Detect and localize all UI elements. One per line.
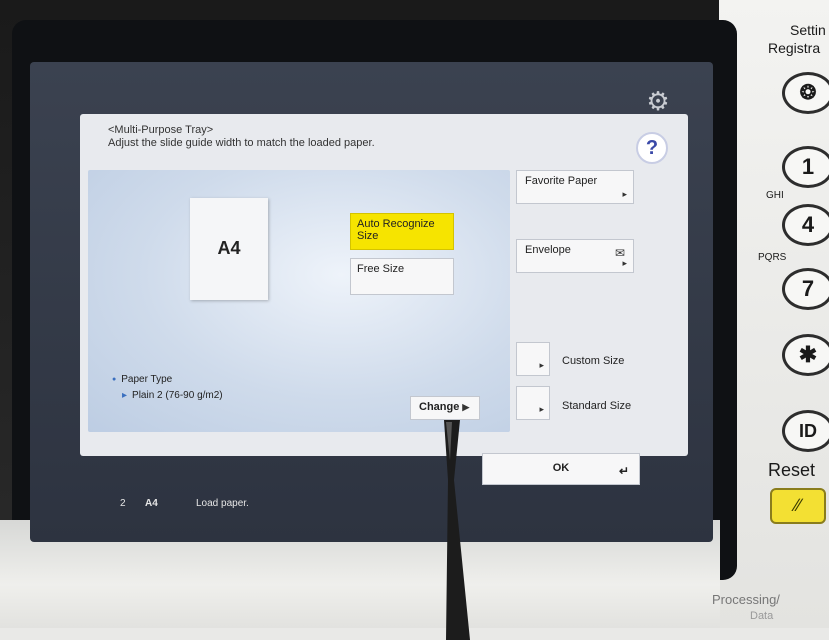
help-icon[interactable]: ? bbox=[636, 132, 668, 164]
registration-label: Registra bbox=[768, 40, 821, 56]
key-star[interactable]: ✱ bbox=[782, 334, 829, 376]
status-paper-size: A4 bbox=[145, 498, 158, 509]
standard-size-button[interactable]: ▸ bbox=[516, 386, 550, 420]
paper-preview: A4 bbox=[190, 198, 268, 300]
label-pqrs: PQRS bbox=[758, 252, 787, 263]
auto-recognize-size-button[interactable]: Auto Recognize Size bbox=[350, 213, 454, 250]
key-id[interactable]: ID bbox=[782, 410, 829, 452]
stylus-pen bbox=[444, 420, 470, 640]
envelope-label: Envelope bbox=[525, 244, 571, 256]
paper-size-label: A4 bbox=[217, 238, 241, 258]
standard-size-label: Standard Size bbox=[562, 400, 632, 412]
chevron-right-icon: ▸ bbox=[622, 189, 627, 199]
change-button[interactable]: Change ▶ bbox=[410, 396, 480, 420]
enter-arrow-icon: ↵ bbox=[618, 464, 629, 478]
key-7[interactable]: 7 bbox=[782, 268, 829, 310]
chevron-right-icon: ▸ bbox=[539, 360, 544, 370]
processing-label: Processing/ bbox=[712, 592, 780, 607]
custom-size-button[interactable]: ▸ bbox=[516, 342, 550, 376]
dialog-subtitle: Adjust the slide guide width to match th… bbox=[108, 137, 375, 149]
data-label: Data bbox=[750, 610, 774, 622]
ok-label: OK bbox=[552, 462, 570, 474]
reset-button[interactable]: ∕∕ bbox=[770, 488, 826, 524]
favorite-paper-button[interactable]: Favorite Paper ▸ bbox=[516, 170, 634, 204]
reset-label: Reset bbox=[768, 460, 816, 480]
chevron-right-icon: ▸ bbox=[622, 258, 627, 268]
key-1[interactable]: 1 bbox=[782, 146, 829, 188]
change-label: Change bbox=[419, 401, 460, 413]
status-tray-number: 2 bbox=[120, 498, 126, 509]
dialog-title: <Multi-Purpose Tray> bbox=[108, 124, 214, 136]
chevron-right-icon: ▶ bbox=[462, 402, 470, 412]
free-size-label: Free Size bbox=[357, 263, 405, 275]
paper-type-value: Plain 2 (76-90 g/m2) bbox=[122, 390, 223, 401]
settings-registration-key[interactable]: ❂ bbox=[782, 72, 829, 114]
status-message: Load paper. bbox=[196, 498, 249, 509]
key-4[interactable]: 4 bbox=[782, 204, 829, 246]
chevron-right-icon: ▸ bbox=[539, 404, 544, 414]
gear-icon[interactable]: ⚙ bbox=[645, 88, 671, 114]
settings-gear-key-icon: ❂ bbox=[799, 82, 817, 104]
ok-button[interactable]: OK ↵ bbox=[482, 453, 640, 485]
label-ghi: GHI bbox=[766, 190, 784, 201]
auto-recognize-label: Auto Recognize Size bbox=[357, 218, 435, 242]
custom-size-label: Custom Size bbox=[562, 355, 625, 367]
paper-type-label: Paper Type bbox=[112, 374, 172, 385]
settings-label: Settin bbox=[790, 22, 826, 38]
reset-slash-icon: ∕∕ bbox=[794, 495, 801, 515]
free-size-button[interactable]: Free Size bbox=[350, 258, 454, 295]
favorite-paper-label: Favorite Paper bbox=[525, 175, 598, 187]
envelope-button[interactable]: Envelope ✉ ▸ bbox=[516, 239, 634, 273]
